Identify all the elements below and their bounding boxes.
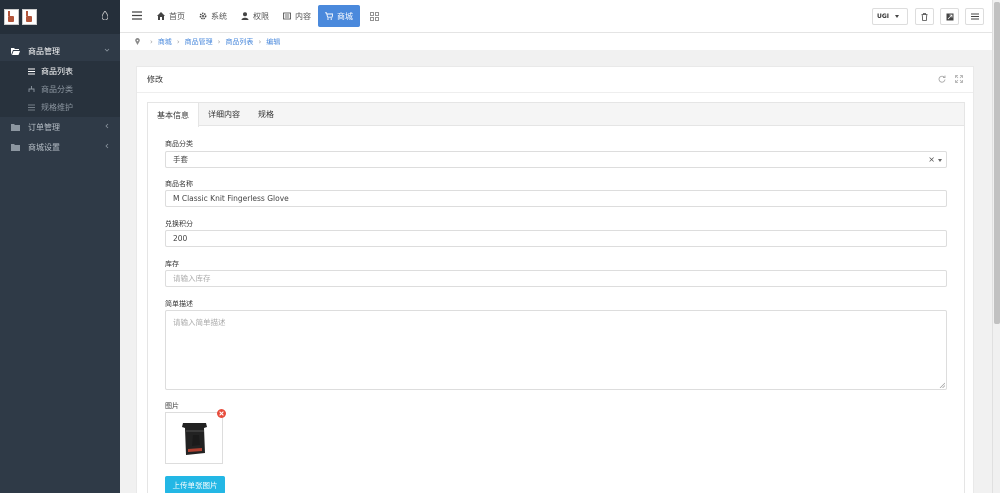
description-label: 简单描述 [165, 300, 193, 308]
fullscreen-button[interactable] [940, 8, 959, 25]
description-textarea[interactable]: 请输入简单描述 [165, 310, 947, 390]
breadcrumb-separator: › [176, 37, 180, 46]
glove-product-image [182, 423, 207, 455]
language-label: UGI [877, 13, 890, 20]
tab-home[interactable]: 首页 [150, 5, 192, 27]
map-marker-icon [135, 38, 140, 45]
sidebar-item-label: 规格维护 [41, 102, 73, 112]
sidebar-item-label: 商品管理 [28, 46, 60, 56]
category-select[interactable]: 手套 × [165, 151, 947, 168]
remove-image-icon[interactable] [217, 409, 226, 418]
chevron-left-icon [105, 143, 109, 149]
breadcrumb: › 商城 › 商品管理 › 商品列表 › 编辑 [120, 33, 992, 50]
tab-basic-info[interactable]: 基本信息 [148, 103, 199, 127]
tab-permission[interactable]: 权限 [234, 5, 276, 27]
folder-open-icon [11, 47, 20, 55]
points-input[interactable]: 200 [165, 230, 947, 247]
sidebar-item-product-category[interactable]: 商品分类 [0, 80, 120, 98]
tab-label: 首页 [169, 11, 185, 21]
sidebar: 商品管理 商品列表 商品分类 规格维护 订单管理 商城设置 [0, 0, 120, 493]
sitemap-icon [28, 85, 35, 92]
gear-icon [199, 12, 207, 20]
tab-label: 内容 [295, 11, 311, 21]
product-name-label: 商品名称 [165, 180, 193, 188]
resize-handle-icon[interactable] [939, 382, 945, 388]
top-navigation: 首页 系统 权限 内容 商城 [150, 5, 360, 27]
user-avatar[interactable] [22, 9, 37, 25]
folder-icon [11, 143, 20, 151]
stock-placeholder: 请输入库存 [173, 274, 211, 283]
list-icon [28, 68, 35, 74]
panel-title: 修改 [147, 75, 163, 84]
stock-label: 库存 [165, 260, 179, 268]
image-label: 图片 [165, 402, 179, 410]
breadcrumb-separator: › [217, 37, 221, 46]
upload-image-button[interactable]: 上传单张图片 [165, 476, 225, 493]
refresh-icon[interactable] [938, 75, 946, 83]
list-icon [970, 13, 979, 20]
chevron-left-icon [105, 123, 109, 129]
stock-input[interactable]: 请输入库存 [165, 270, 947, 287]
breadcrumb-item[interactable]: 商品管理 [185, 37, 213, 47]
edit-panel: 修改 基本信息 详细内容 规格 商品分类 手套 × 商品名称 M Classic… [136, 66, 974, 493]
water-drop-icon[interactable] [102, 11, 108, 20]
breadcrumb-separator: › [150, 37, 153, 46]
folder-icon [11, 123, 20, 131]
breadcrumb-item[interactable]: 商城 [158, 37, 172, 47]
logo [4, 9, 19, 25]
tab-label: 商城 [337, 11, 353, 21]
tab-content[interactable]: 内容 [276, 5, 318, 27]
sidebar-item-spec-maintenance[interactable]: 规格维护 [0, 98, 120, 116]
tab-label: 权限 [253, 11, 269, 21]
tab-label: 系统 [211, 11, 227, 21]
sidebar-item-product-management[interactable]: 商品管理 [0, 41, 120, 61]
topbar: 首页 系统 权限 内容 商城 UGI [120, 0, 992, 33]
product-image-thumbnail[interactable] [165, 412, 223, 464]
product-name-input[interactable]: M Classic Knit Fingerless Glove [165, 190, 947, 207]
category-label: 商品分类 [165, 140, 193, 148]
bars-icon [28, 104, 35, 110]
tab-system[interactable]: 系统 [192, 5, 234, 27]
logo-bar [0, 0, 120, 34]
hamburger-menu-icon[interactable] [132, 11, 142, 20]
clear-cache-button[interactable] [915, 8, 934, 25]
panel-header: 修改 [137, 67, 973, 93]
points-label: 兑换积分 [165, 220, 193, 228]
category-value: 手套 [173, 155, 188, 164]
sidebar-item-label: 商城设置 [28, 142, 60, 152]
trash-icon [921, 12, 928, 21]
sidebar-item-order-management[interactable]: 订单管理 [0, 117, 120, 137]
breadcrumb-item[interactable]: 商品列表 [225, 37, 253, 47]
tab-details[interactable]: 详细内容 [199, 103, 249, 126]
breadcrumb-separator: › [258, 37, 262, 46]
settings-panel-button[interactable] [965, 8, 984, 25]
apps-grid-icon[interactable] [370, 12, 379, 21]
breadcrumb-item[interactable]: 编辑 [266, 37, 280, 47]
sidebar-item-label: 商品列表 [41, 66, 73, 76]
sidebar-item-shop-settings[interactable]: 商城设置 [0, 137, 120, 157]
points-value: 200 [173, 234, 188, 243]
expand-icon [946, 13, 953, 20]
caret-down-icon [938, 159, 942, 162]
sidebar-item-label: 订单管理 [28, 122, 60, 132]
description-placeholder: 请输入简单描述 [173, 318, 226, 327]
user-icon [241, 12, 249, 20]
language-dropdown[interactable]: UGI [872, 8, 908, 25]
submenu-product-management: 商品列表 商品分类 规格维护 [0, 61, 120, 117]
page-scrollbar[interactable] [992, 0, 1000, 493]
expand-icon[interactable] [955, 75, 963, 83]
sidebar-item-product-list[interactable]: 商品列表 [0, 62, 120, 80]
cart-icon [325, 12, 333, 20]
sidebar-item-label: 商品分类 [41, 84, 73, 94]
product-name-value: M Classic Knit Fingerless Glove [173, 194, 289, 203]
tab-shop[interactable]: 商城 [318, 5, 360, 27]
tab-bar: 基本信息 详细内容 规格 [148, 103, 964, 127]
home-icon [157, 12, 165, 20]
tab-specs[interactable]: 规格 [249, 103, 283, 126]
newspaper-icon [283, 12, 291, 20]
scrollbar-thumb[interactable] [994, 2, 1000, 324]
caret-down-icon [895, 15, 900, 18]
clear-icon[interactable]: × [928, 155, 935, 164]
chevron-down-icon [104, 48, 110, 52]
